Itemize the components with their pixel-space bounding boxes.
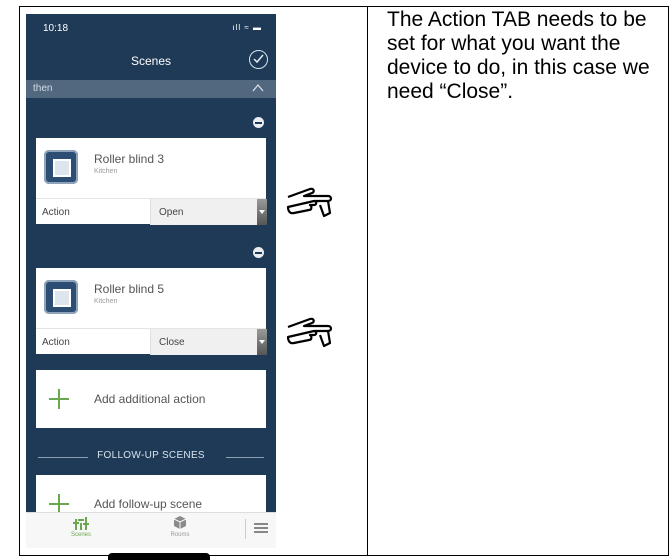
add-action-label: Add additional action xyxy=(94,392,206,406)
scenes-sliders-icon xyxy=(73,517,89,530)
device-room: Kitchen xyxy=(94,298,118,305)
add-action-button[interactable]: Add additional action xyxy=(36,370,266,428)
menu-icon[interactable] xyxy=(254,523,268,533)
remove-action-button[interactable] xyxy=(253,117,264,128)
roller-blind-icon xyxy=(44,150,78,184)
dropdown-arrow-icon[interactable] xyxy=(257,199,267,225)
action-row: Action Close xyxy=(36,328,267,355)
status-time: 10:18 xyxy=(43,23,69,34)
action-row: Action Open xyxy=(36,198,267,225)
plus-icon xyxy=(49,494,69,514)
device-room: Kitchen xyxy=(94,168,118,175)
pointing-hand-icon xyxy=(286,317,333,348)
then-section-header[interactable]: then xyxy=(26,80,276,98)
instruction-text: The Action TAB needs to be set for what … xyxy=(387,8,650,103)
device-name: Roller blind 5 xyxy=(94,282,165,296)
action-label: Action xyxy=(42,207,70,218)
signal-wifi-battery-icon: ıll ≈ ▬ xyxy=(232,23,262,32)
tab-bar: Scenes Rooms xyxy=(26,512,276,548)
action-label: Action xyxy=(42,337,70,348)
frame-divider xyxy=(367,6,368,556)
action-card: Roller blind 3 Kitchen Action Open xyxy=(36,138,267,225)
action-select-value: Open xyxy=(159,207,184,218)
tab-label: Scenes xyxy=(70,532,91,538)
section-label: then xyxy=(33,83,53,94)
page-title: Scenes xyxy=(130,54,172,68)
add-follow-up-label: Add follow-up scene xyxy=(94,497,203,511)
nav-bar: Scenes xyxy=(26,50,276,76)
action-select-value: Close xyxy=(159,337,185,348)
dropdown-arrow-icon[interactable] xyxy=(257,329,267,355)
roller-blind-icon xyxy=(44,280,78,314)
home-indicator xyxy=(108,553,210,560)
remove-action-button[interactable] xyxy=(253,247,264,258)
pointing-hand-icon xyxy=(286,187,333,218)
checkmark-icon xyxy=(253,54,264,64)
device-name: Roller blind 3 xyxy=(94,152,165,166)
phone-screen: 10:18 ıll ≈ ▬ Scenes then Roller blind 3… xyxy=(26,14,276,548)
tab-separator xyxy=(245,519,246,539)
rooms-cube-icon xyxy=(173,516,187,529)
plus-icon xyxy=(49,389,69,409)
tab-rooms[interactable]: Rooms xyxy=(150,515,210,538)
tab-scenes[interactable]: Scenes xyxy=(51,515,111,538)
action-select[interactable]: Close xyxy=(150,329,267,355)
status-bar: 10:18 ıll ≈ ▬ xyxy=(26,14,276,40)
action-select[interactable]: Open xyxy=(150,199,267,225)
action-card: Roller blind 5 Kitchen Action Close xyxy=(36,268,267,355)
divider-right xyxy=(226,457,264,458)
tab-label: Rooms xyxy=(170,532,190,538)
confirm-check-button[interactable] xyxy=(249,50,268,69)
follow-up-title: FOLLOW-UP SCENES xyxy=(97,450,205,461)
chevron-up-icon[interactable] xyxy=(252,84,264,92)
follow-up-heading: FOLLOW-UP SCENES xyxy=(26,450,276,464)
